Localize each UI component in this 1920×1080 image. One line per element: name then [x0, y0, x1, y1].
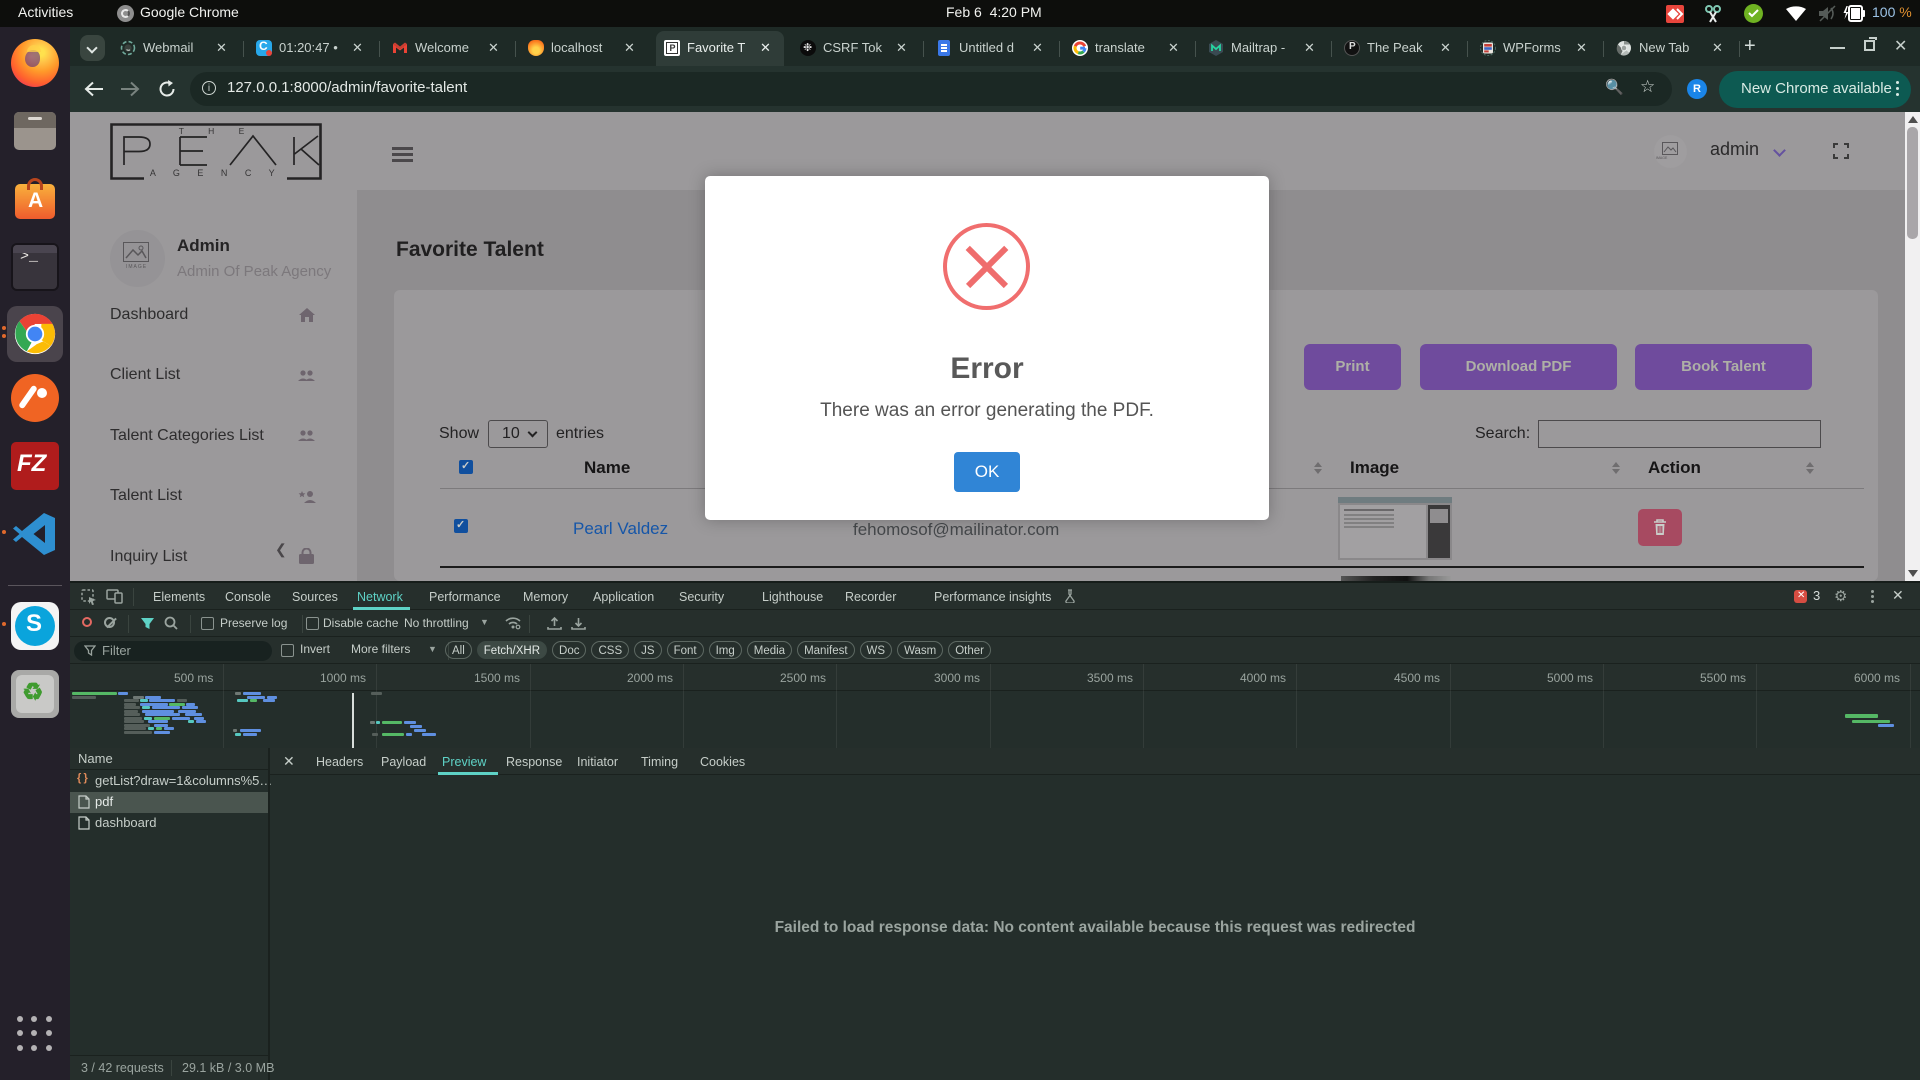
svg-text:A G E N C Y: A G E N C Y — [150, 168, 282, 178]
svg-text:T H E: T H E — [179, 126, 256, 136]
